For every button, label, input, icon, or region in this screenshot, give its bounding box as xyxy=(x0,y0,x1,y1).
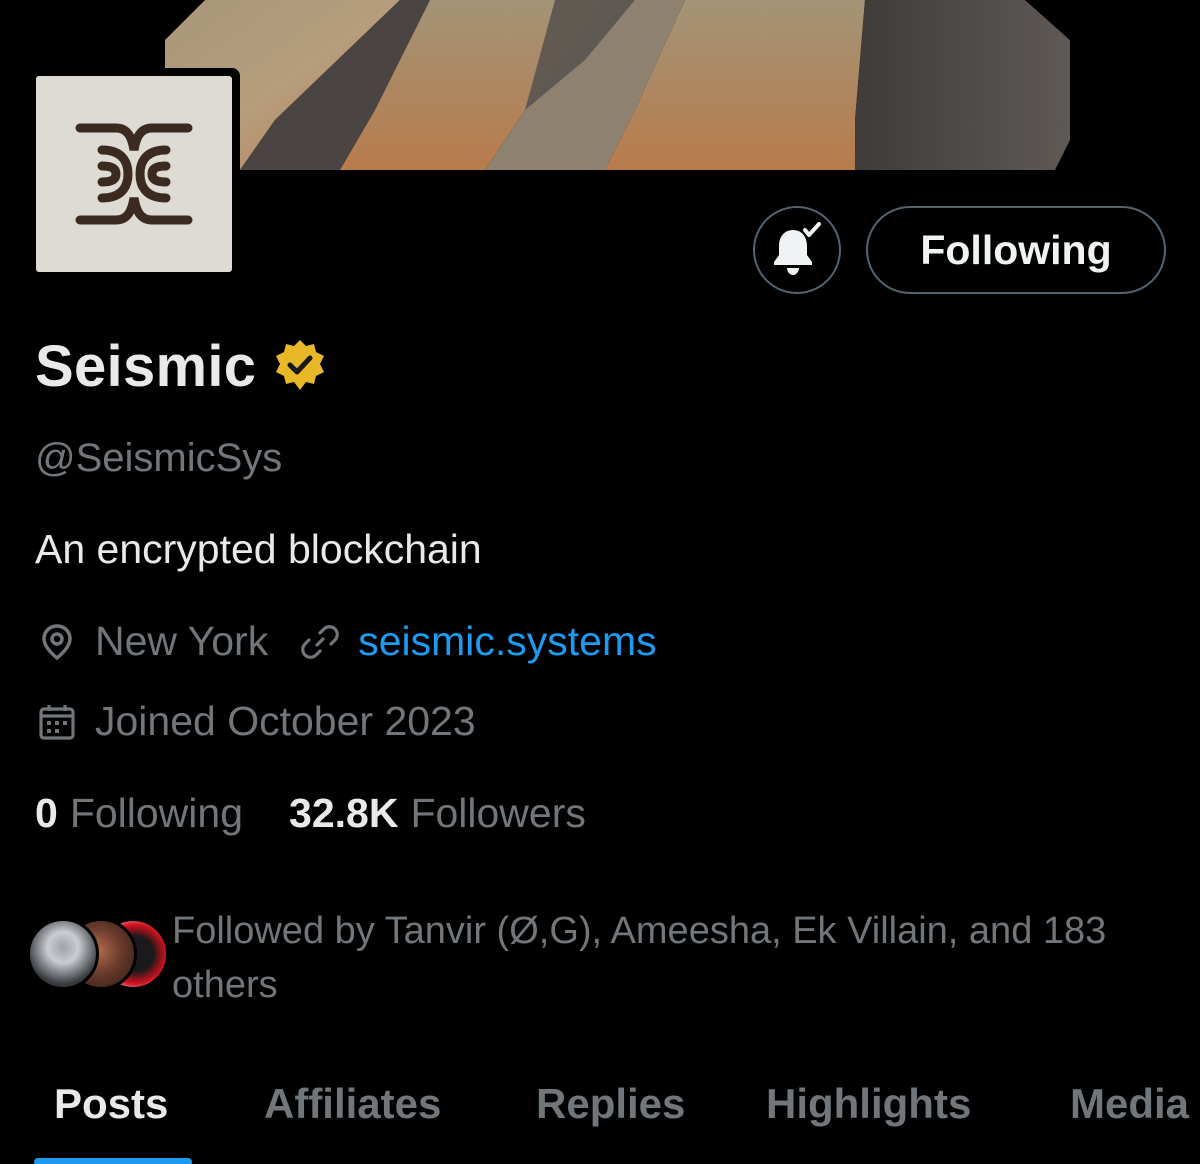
profile-website-link[interactable]: seismic.systems xyxy=(358,618,656,665)
name-row: Seismic xyxy=(35,330,328,402)
tab-posts[interactable]: Posts xyxy=(54,1080,168,1128)
active-tab-indicator xyxy=(34,1158,192,1164)
location-pin-icon xyxy=(35,620,79,664)
followed-by-text[interactable]: Followed by Tanvir (Ø,G), Ameesha, Ek Vi… xyxy=(172,904,1172,1012)
calendar-icon xyxy=(35,700,79,744)
followed-by-avatars[interactable] xyxy=(27,918,169,990)
display-name: Seismic xyxy=(35,333,257,399)
link-icon xyxy=(298,620,342,664)
following-button[interactable]: Following xyxy=(866,206,1166,294)
banner-image xyxy=(165,0,1070,170)
avatar xyxy=(27,918,99,990)
profile-banner[interactable] xyxy=(165,0,1070,170)
tab-highlights[interactable]: Highlights xyxy=(766,1080,971,1128)
profile-stats: 0 Following 32.8K Followers xyxy=(35,790,586,837)
followers-count: 32.8K xyxy=(289,790,399,836)
profile-handle: @SeismicSys xyxy=(35,436,283,480)
profile-joined-row: Joined October 2023 xyxy=(35,698,476,745)
profile-location: New York xyxy=(95,618,269,664)
seismic-logo-icon xyxy=(75,123,193,225)
following-count: 0 xyxy=(35,790,58,836)
following-stat[interactable]: 0 Following xyxy=(35,790,243,837)
notifications-button[interactable] xyxy=(753,206,841,294)
avatar-logo xyxy=(36,76,232,272)
tab-media[interactable]: Media xyxy=(1070,1080,1189,1128)
tab-replies[interactable]: Replies xyxy=(536,1080,685,1128)
profile-tabs: Posts Affiliates Replies Highlights Medi… xyxy=(0,1070,1200,1164)
profile-bio: An encrypted blockchain xyxy=(35,526,482,572)
followers-stat[interactable]: 32.8K Followers xyxy=(289,790,586,837)
verified-badge-icon[interactable] xyxy=(272,338,328,394)
profile-meta-row: New York seismic.systems xyxy=(35,618,657,665)
bell-check-icon xyxy=(774,222,821,275)
tab-affiliates[interactable]: Affiliates xyxy=(264,1080,441,1128)
following-label: Following xyxy=(69,790,244,836)
profile-avatar[interactable] xyxy=(28,68,240,280)
followers-label: Followers xyxy=(410,790,586,836)
profile-joined-date: Joined October 2023 xyxy=(95,698,476,744)
